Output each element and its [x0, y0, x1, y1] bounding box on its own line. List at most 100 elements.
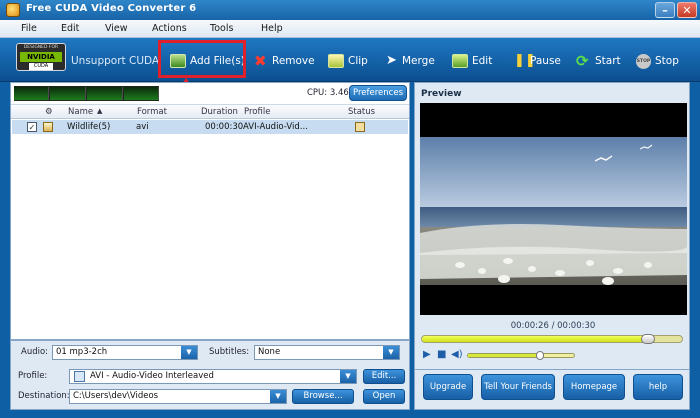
destination-label: Destination:	[18, 391, 70, 401]
pause-icon: ❚❚	[514, 53, 536, 68]
preview-panel: Preview 00:00:26 / 00:00:30 ▶ ■ ◀)	[414, 82, 690, 370]
cuda-status: Unsupport CUDA	[71, 52, 159, 70]
start-label: Start	[595, 55, 621, 67]
app-logo-icon	[6, 3, 20, 17]
cuda-status-label: Unsupport CUDA	[71, 55, 160, 67]
menu-file[interactable]: File	[21, 23, 37, 34]
column-name[interactable]: Name	[68, 107, 93, 117]
menu-actions[interactable]: Actions	[152, 23, 187, 34]
stop-icon: STOP	[636, 53, 651, 69]
menu-view[interactable]: View	[105, 23, 128, 34]
destination-input[interactable]: C:\Users\dev\Videos ▼	[69, 389, 287, 404]
volume-level	[468, 354, 541, 357]
pause-button[interactable]: ❚❚ Pause	[514, 52, 561, 70]
app-window: Free CUDA Video Converter 6 – ✕ File Edi…	[0, 0, 700, 418]
volume-slider[interactable]	[467, 351, 575, 360]
destination-value: C:\Users\dev\Videos	[73, 391, 159, 401]
edit-film-icon	[452, 54, 468, 68]
row-format: avi	[136, 122, 149, 132]
file-list-panel: CPU: 3.46% Preferences ⚙ Name ▲ Format D…	[10, 82, 410, 340]
stop-square-icon[interactable]: ■	[437, 349, 446, 360]
row-profile: AVI-Audio-Vid...	[243, 122, 308, 132]
play-icon[interactable]: ▶	[423, 349, 431, 360]
upgrade-button[interactable]: Upgrade	[423, 374, 473, 400]
merge-label: Merge	[402, 55, 435, 67]
chevron-down-icon: ▼	[270, 390, 286, 403]
column-format[interactable]: Format	[137, 107, 167, 117]
links-bar: Upgrade Tell Your Friends Homepage help	[414, 370, 690, 410]
profile-select[interactable]: AVI - Audio-Video Interleaved ▼	[69, 369, 357, 384]
edit-button[interactable]: Edit	[452, 52, 492, 70]
homepage-button[interactable]: Homepage	[563, 374, 625, 400]
merge-arrow-icon: ➤	[386, 53, 397, 68]
edit-profile-button[interactable]: Edit...	[363, 369, 405, 384]
stop-label: Stop	[655, 55, 679, 67]
refresh-column-icon[interactable]: ⚙	[45, 107, 53, 117]
title-bar: Free CUDA Video Converter 6 – ✕	[0, 0, 700, 20]
subtitles-select-value: None	[258, 347, 281, 357]
audio-select-value: 01 mp3-2ch	[56, 347, 108, 357]
minimize-button[interactable]: –	[655, 2, 675, 18]
menu-bar: File Edit View Actions Tools Help	[0, 20, 700, 38]
menu-tools[interactable]: Tools	[210, 23, 233, 34]
output-settings: Audio: 01 mp3-2ch ▼ Subtitles: None ▼ Pr…	[10, 340, 410, 410]
subtitles-label: Subtitles:	[209, 347, 250, 357]
browse-button[interactable]: Browse...	[292, 389, 354, 404]
preview-title: Preview	[421, 89, 462, 99]
audio-label: Audio:	[21, 347, 49, 357]
row-name: Wildlife(5)	[67, 122, 111, 132]
merge-button[interactable]: ➤ Merge	[386, 52, 435, 70]
help-button[interactable]: help	[633, 374, 683, 400]
subtitles-select[interactable]: None ▼	[254, 345, 400, 360]
column-profile[interactable]: Profile	[244, 107, 270, 117]
toolbar: Unsupport CUDA Add File(s) ✖ Remove Clip…	[0, 38, 700, 82]
remove-x-icon: ✖	[254, 52, 267, 70]
nvidia-badge-line3: CUDA	[29, 63, 53, 70]
start-refresh-icon: ⟳	[576, 52, 589, 70]
table-row[interactable]: ✓ Wildlife(5) avi 00:00:30 AVI-Audio-Vid…	[12, 120, 408, 134]
remove-button[interactable]: ✖ Remove	[254, 52, 315, 70]
chevron-down-icon: ▼	[383, 346, 399, 359]
clip-film-icon	[328, 54, 344, 68]
nvidia-badge-line1: DESIGNED FOR	[23, 45, 59, 50]
seek-bar[interactable]	[421, 334, 683, 344]
nvidia-badge-line2: NVIDIA	[20, 52, 62, 62]
remove-label: Remove	[272, 55, 315, 67]
video-frame-image	[420, 137, 687, 285]
audio-visualizer	[14, 86, 159, 101]
preferences-button[interactable]: Preferences	[349, 85, 407, 101]
row-checkbox[interactable]: ✓	[27, 122, 37, 132]
column-status[interactable]: Status	[348, 107, 375, 117]
tell-friends-button[interactable]: Tell Your Friends	[481, 374, 555, 400]
close-button[interactable]: ✕	[677, 2, 697, 18]
column-duration[interactable]: Duration	[201, 107, 238, 117]
window-title: Free CUDA Video Converter 6	[26, 3, 197, 14]
open-button[interactable]: Open	[363, 389, 405, 404]
audio-select[interactable]: 01 mp3-2ch ▼	[52, 345, 198, 360]
list-header: ⚙ Name ▲ Format Duration Profile Status	[11, 104, 409, 119]
pause-label: Pause	[530, 55, 561, 67]
volume-handle[interactable]	[536, 351, 545, 360]
profile-format-icon	[74, 371, 85, 382]
edit-label: Edit	[472, 55, 493, 67]
stop-button[interactable]: STOP Stop	[636, 52, 679, 70]
chevron-down-icon: ▼	[181, 346, 197, 359]
profile-select-value: AVI - Audio-Video Interleaved	[90, 371, 214, 381]
row-duration: 00:00:30	[205, 122, 244, 132]
playback-time: 00:00:26 / 00:00:30	[510, 321, 596, 331]
video-preview	[420, 103, 687, 315]
nvidia-cuda-logo: DESIGNED FOR NVIDIA CUDA	[16, 43, 66, 71]
clip-label: Clip	[348, 55, 368, 67]
video-file-icon	[43, 122, 53, 132]
menu-help[interactable]: Help	[261, 23, 283, 34]
profile-label: Profile:	[18, 371, 48, 381]
chevron-down-icon: ▼	[340, 370, 356, 383]
clip-button[interactable]: Clip	[328, 52, 368, 70]
start-button[interactable]: ⟳ Start	[576, 52, 621, 70]
seek-handle[interactable]	[641, 334, 656, 344]
seek-bar-progress	[422, 336, 649, 342]
status-clipboard-icon	[355, 122, 365, 132]
menu-edit[interactable]: Edit	[61, 23, 79, 34]
volume-icon[interactable]: ◀)	[451, 349, 463, 360]
sort-up-icon: ▲	[97, 107, 103, 115]
